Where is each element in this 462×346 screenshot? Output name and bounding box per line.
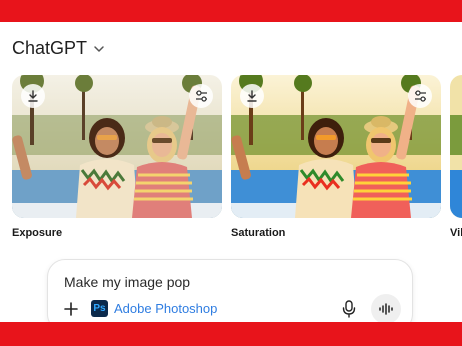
photoshop-app-chip[interactable]: Ps Adobe Photoshop xyxy=(91,300,217,317)
message-composer: Make my image pop Ps Adobe Photoshop xyxy=(47,259,413,322)
card-label: Vib xyxy=(450,227,462,239)
photo-image xyxy=(450,75,462,218)
card-image[interactable] xyxy=(12,75,222,218)
app-title: ChatGPT xyxy=(12,38,88,58)
app-chip-label: Adobe Photoshop xyxy=(114,301,218,316)
photoshop-logo-icon: Ps xyxy=(91,300,108,317)
chevron-down-icon xyxy=(94,45,104,52)
card-image[interactable] xyxy=(231,75,441,218)
card-label: Saturation xyxy=(231,227,286,239)
sliders-icon xyxy=(414,90,426,102)
adjust-button[interactable] xyxy=(408,84,432,108)
download-button[interactable] xyxy=(240,84,264,108)
card-image[interactable] xyxy=(450,75,462,218)
download-button[interactable] xyxy=(21,84,45,108)
model-selector[interactable]: ChatGPT xyxy=(12,38,105,59)
plus-icon[interactable] xyxy=(62,300,80,318)
sliders-icon xyxy=(195,90,207,102)
download-icon xyxy=(247,90,257,102)
voice-mode-button[interactable] xyxy=(371,294,401,322)
app-frame: ChatGPT Exposure Saturation Vi Make my i… xyxy=(0,22,462,322)
microphone-icon[interactable] xyxy=(341,300,357,318)
image-card-vibrance[interactable]: Vib xyxy=(450,75,462,239)
adjust-button[interactable] xyxy=(189,84,213,108)
voice-waveform-icon xyxy=(379,303,393,315)
image-gallery: Exposure Saturation Vi xyxy=(12,75,462,245)
download-icon xyxy=(28,90,38,102)
image-card-exposure[interactable]: Exposure xyxy=(12,75,222,239)
message-input[interactable]: Make my image pop xyxy=(64,274,190,290)
image-card-saturation[interactable]: Saturation xyxy=(231,75,441,239)
card-label: Exposure xyxy=(12,227,63,239)
